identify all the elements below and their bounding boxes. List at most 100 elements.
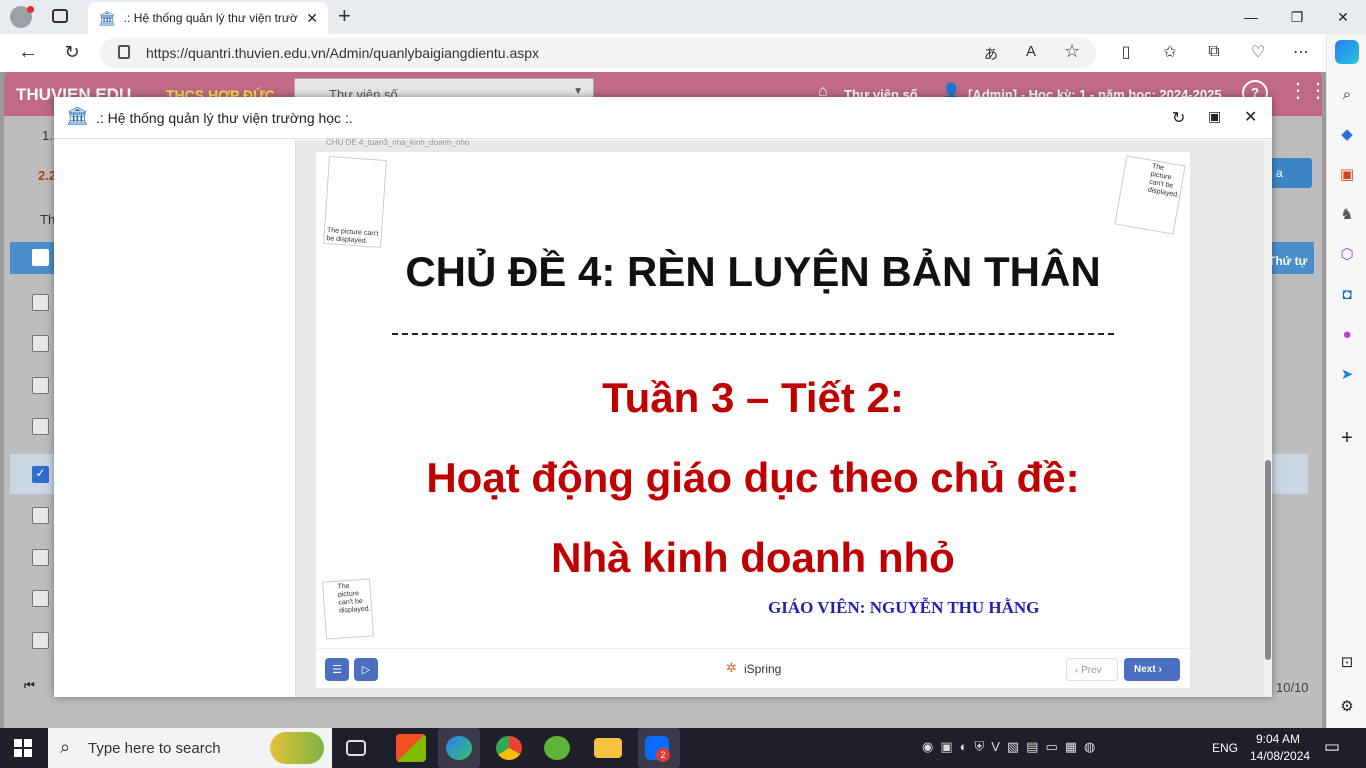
image-placeholder: The picture can't be displayed. xyxy=(1114,155,1186,235)
slide-activity: Hoạt động giáo dục theo chủ đề: xyxy=(426,454,1080,501)
ispring-player-bar: ☰ ▷ ✲ iSpring ‹ Prev Next › xyxy=(316,648,1190,688)
task-view-icon[interactable] xyxy=(346,740,366,756)
modal-refresh-icon[interactable]: ↻ xyxy=(1172,108,1185,128)
heading-divider xyxy=(392,333,1114,335)
minimize-icon[interactable]: — xyxy=(1228,0,1274,34)
back-icon[interactable]: ← xyxy=(14,38,42,66)
window-close-icon[interactable]: ✕ xyxy=(1320,0,1366,34)
favorites-icon[interactable]: ✩ xyxy=(1156,38,1184,66)
copilot-app-icon[interactable]: ● xyxy=(1335,322,1359,346)
row1-label: 1. xyxy=(42,128,53,143)
split-screen-icon[interactable]: ▯ xyxy=(1112,38,1140,66)
chrome-icon[interactable] xyxy=(496,736,522,760)
taskbar-search[interactable]: ⌕ Type here to search xyxy=(48,728,332,768)
tab-title: .: Hệ thống quản lý thư viện trườ xyxy=(123,11,298,25)
collections-icon[interactable]: ⧉ xyxy=(1200,38,1228,66)
search-placeholder: Type here to search xyxy=(88,739,221,757)
prev-button[interactable]: ‹ Prev xyxy=(1066,658,1118,681)
modal-maximize-icon[interactable]: ▣ xyxy=(1208,108,1221,125)
row-checkbox[interactable] xyxy=(32,335,49,352)
microsoft365-icon[interactable]: ⬡ xyxy=(1335,242,1359,266)
lecture-modal: 🏛 .: Hệ thống quản lý thư viện trường họ… xyxy=(54,97,1272,697)
file-caption: CHU DE 4_tuan3_nha_kinh_doanh_nho xyxy=(326,138,470,147)
tab-actions-icon[interactable] xyxy=(52,9,68,23)
edge-logo-icon xyxy=(446,736,472,760)
refresh-icon[interactable]: ↻ xyxy=(58,38,86,66)
row-checkbox[interactable] xyxy=(32,632,49,649)
scrollbar-thumb[interactable] xyxy=(1265,460,1271,660)
more-menu-icon[interactable]: ⋯ xyxy=(1287,38,1315,66)
url-text: https://quantri.thuvien.edu.vn/Admin/qua… xyxy=(146,45,540,61)
outline-list-icon[interactable]: ☰ xyxy=(325,658,349,681)
library-icon: 🏛 xyxy=(66,106,89,126)
row-checkbox[interactable] xyxy=(32,294,49,311)
store-icon[interactable] xyxy=(396,734,426,762)
notification-icon[interactable]: ▭ xyxy=(1324,737,1340,757)
favorite-star-icon[interactable]: ☆ xyxy=(1064,41,1080,62)
apps-grid-icon[interactable]: ⋮⋮⋮ xyxy=(1288,78,1348,103)
image-placeholder: The picture can't be displayed. xyxy=(323,156,387,248)
browser-tab[interactable]: 🏛 .: Hệ thống quản lý thư viện trườ ✕ xyxy=(88,2,328,34)
row-checkbox[interactable] xyxy=(32,418,49,435)
select-all-checkbox[interactable] xyxy=(32,249,49,266)
outlook-icon[interactable]: ◘ xyxy=(1335,282,1359,306)
zalo-badge: 2 xyxy=(656,748,670,762)
slide-topic: Nhà kinh doanh nhỏ xyxy=(551,534,955,581)
address-bar[interactable]: https://quantri.thuvien.edu.vn/Admin/qua… xyxy=(100,38,1096,68)
file-explorer-icon[interactable] xyxy=(594,738,622,758)
browser-essentials-icon[interactable]: ♡ xyxy=(1244,38,1272,66)
modal-header: 🏛 .: Hệ thống quản lý thư viện trường họ… xyxy=(54,97,1272,139)
shopping-tag-icon[interactable]: ◆ xyxy=(1335,122,1359,146)
slide-week: Tuần 3 – Tiết 2: xyxy=(602,374,904,421)
corn-decoration-icon xyxy=(270,732,324,764)
image-placeholder: The picture can't be displayed. xyxy=(322,578,374,640)
next-button[interactable]: Next › xyxy=(1124,658,1180,681)
tab-close-icon[interactable]: ✕ xyxy=(306,10,318,27)
modal-left-panel xyxy=(54,140,296,697)
coccoc-icon[interactable] xyxy=(544,736,570,760)
telegram-icon[interactable]: ➤ xyxy=(1335,362,1359,386)
language-indicator[interactable]: ENG xyxy=(1212,741,1238,755)
new-tab-button[interactable]: + xyxy=(338,3,351,29)
modal-close-icon[interactable]: ✕ xyxy=(1244,107,1257,127)
add-sidebar-icon[interactable]: + xyxy=(1335,426,1359,450)
search-icon: ⌕ xyxy=(60,737,71,757)
hide-sidebar-icon[interactable]: ⊡ xyxy=(1335,650,1359,674)
ispring-brand: iSpring xyxy=(744,662,782,676)
play-icon[interactable]: ▷ xyxy=(354,658,378,681)
edge-sidebar: ⌕ ◆ ▣ ♞ ⬡ ◘ ● ➤ + ⊡ ⚙ xyxy=(1326,34,1366,728)
toolbar-text: Th xyxy=(40,212,56,227)
slide-teacher: GIÁO VIÊN: NGUYỄN THU HẰNG xyxy=(768,598,1040,617)
slide: The picture can't be displayed. The pict… xyxy=(316,152,1190,648)
column-order: Thứ tự xyxy=(1268,254,1308,268)
windows-taskbar: ⌕ Type here to search 2 ◉▣◐⛨V▧▤▭▦◍ ENG 9… xyxy=(0,728,1366,768)
copilot-icon[interactable] xyxy=(1335,40,1359,64)
restore-icon[interactable]: ❐ xyxy=(1274,0,1320,34)
row-checkbox[interactable] xyxy=(32,590,49,607)
browser-title-bar: 🏛 .: Hệ thống quản lý thư viện trườ ✕ + … xyxy=(0,0,1366,34)
tools-icon[interactable]: ▣ xyxy=(1335,162,1359,186)
row-checkbox[interactable] xyxy=(32,549,49,566)
games-icon[interactable]: ♞ xyxy=(1335,202,1359,226)
windows-start-icon[interactable] xyxy=(14,739,32,757)
lock-icon xyxy=(118,45,130,59)
tray-icons[interactable]: ◉▣◐⛨V▧▤▭▦◍ xyxy=(922,739,1102,755)
row-checkbox-checked[interactable]: ✓ xyxy=(32,466,49,483)
settings-gear-icon[interactable]: ⚙ xyxy=(1335,694,1359,718)
clock-time[interactable]: 9:04 AM xyxy=(1256,732,1300,746)
clock-date[interactable]: 14/08/2024 xyxy=(1250,749,1310,763)
slide-heading: CHỦ ĐỀ 4: RÈN LUYỆN BẢN THÂN xyxy=(405,248,1101,295)
ispring-logo-icon: ✲ xyxy=(726,660,737,675)
slide-viewer: CHU DE 4_tuan3_nha_kinh_doanh_nho The pi… xyxy=(296,138,1264,697)
pager-first-icon[interactable]: ⏮ xyxy=(24,678,35,693)
library-favicon-icon: 🏛 xyxy=(98,9,116,26)
translate-icon[interactable]: あ xyxy=(984,44,998,64)
pager-count: 10/10 xyxy=(1276,680,1309,695)
chevron-down-icon: ▼ xyxy=(573,86,583,97)
viewer-scrollbar[interactable] xyxy=(1264,140,1272,697)
row-checkbox[interactable] xyxy=(32,507,49,524)
modal-title: .: Hệ thống quản lý thư viện trường học … xyxy=(96,109,353,126)
address-toolbar: ← ↻ https://quantri.thuvien.edu.vn/Admin… xyxy=(0,34,1326,72)
read-aloud-icon[interactable]: A xyxy=(1026,43,1036,60)
row-checkbox[interactable] xyxy=(32,377,49,394)
